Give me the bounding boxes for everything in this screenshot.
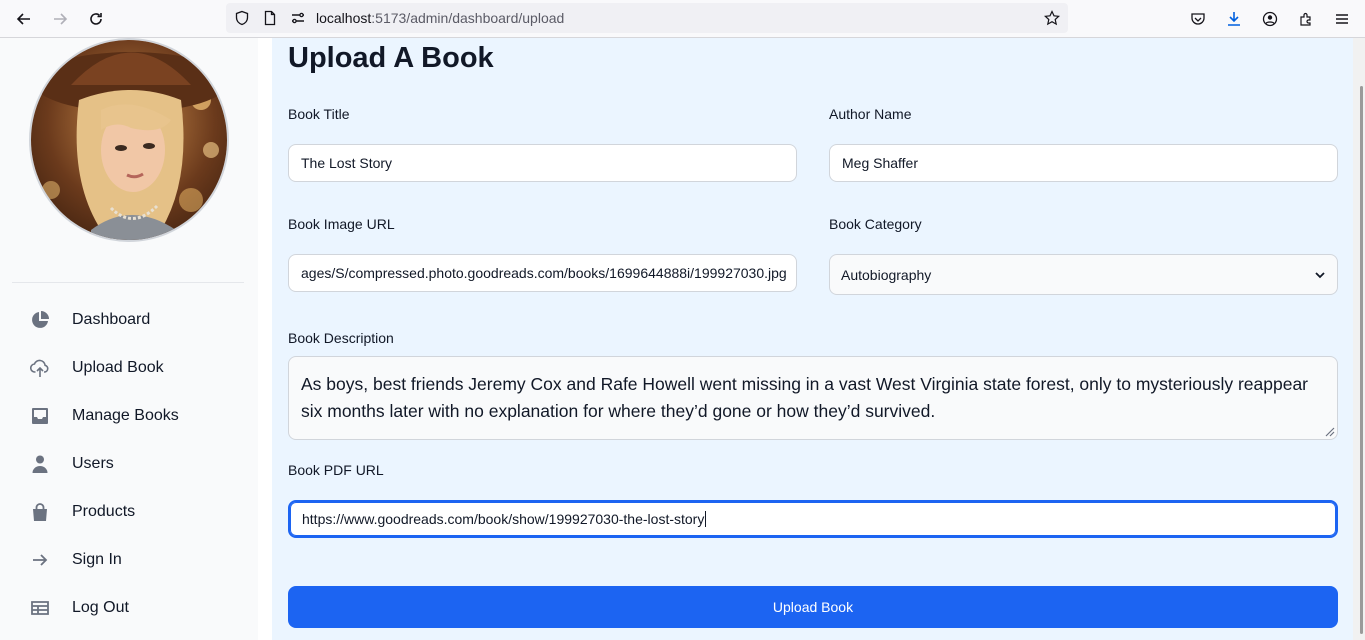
downloads-icon[interactable] [1222, 7, 1246, 31]
reload-icon[interactable] [84, 7, 108, 31]
pie-chart-icon [22, 308, 58, 332]
sidebar-item-log-out[interactable]: Log Out [22, 588, 252, 628]
sidebar-item-manage-books[interactable]: Manage Books [22, 396, 252, 436]
page-scrollbar[interactable] [1353, 38, 1365, 640]
sidebar-item-products[interactable]: Products [22, 492, 252, 532]
sidebar-item-label: Upload Book [72, 359, 164, 376]
book-pdf-url-input[interactable]: https://www.goodreads.com/book/show/1999… [288, 500, 1338, 538]
browser-toolbar: localhost:5173/admin/dashboard/upload [0, 0, 1365, 38]
book-title-input[interactable]: The Lost Story [288, 144, 797, 182]
sidebar-item-label: Manage Books [72, 407, 179, 424]
sidebar-item-label: Dashboard [72, 311, 151, 328]
user-icon [22, 452, 58, 476]
text-caret [705, 511, 707, 527]
author-name-label: Author Name [829, 106, 912, 122]
bookmark-star-icon[interactable] [1044, 10, 1060, 26]
cloud-upload-icon [22, 356, 58, 380]
pocket-icon[interactable] [1186, 7, 1210, 31]
shopping-bag-icon [22, 500, 58, 524]
avatar [29, 38, 229, 242]
book-pdf-url-label: Book PDF URL [288, 462, 384, 478]
book-title-label: Book Title [288, 106, 350, 122]
sidebar-item-label: Log Out [72, 599, 129, 616]
author-name-input[interactable]: Meg Shaffer [829, 144, 1338, 182]
sidebar-item-label: Users [72, 455, 114, 472]
page-scrollbar-thumb[interactable] [1360, 86, 1363, 634]
back-icon[interactable] [12, 7, 36, 31]
sidebar-item-label: Products [72, 503, 136, 520]
forward-icon[interactable] [48, 7, 72, 31]
book-category-value: Autobiography [841, 266, 932, 283]
book-category-label: Book Category [829, 216, 922, 232]
url-bar[interactable]: localhost:5173/admin/dashboard/upload [226, 3, 1068, 33]
upload-book-button[interactable]: Upload Book [288, 586, 1338, 628]
page-title: Upload A Book [288, 42, 494, 74]
shield-icon[interactable] [234, 10, 250, 26]
sidebar-item-users[interactable]: Users [22, 444, 252, 484]
url-text[interactable]: localhost:5173/admin/dashboard/upload [316, 10, 564, 26]
account-icon[interactable] [1258, 7, 1282, 31]
sidebar-scrollbar[interactable] [258, 38, 272, 640]
page-icon [264, 10, 276, 26]
sidebar-item-upload-book[interactable]: Upload Book [22, 348, 252, 388]
book-category-select[interactable]: Autobiography [829, 254, 1338, 295]
book-image-url-input[interactable]: ages/S/compressed.photo.goodreads.com/bo… [288, 254, 797, 292]
book-description-text: As boys, best friends Jeremy Cox and Raf… [301, 374, 1309, 421]
resize-handle-icon[interactable] [1323, 425, 1335, 437]
permissions-icon[interactable] [290, 10, 306, 26]
sidebar-divider [12, 282, 244, 283]
book-image-url-label: Book Image URL [288, 216, 395, 232]
table-icon [22, 596, 58, 620]
arrow-right-icon [22, 548, 58, 572]
sidebar: Dashboard Upload Book Manage Books Users… [0, 38, 258, 640]
book-pdf-url-value: https://www.goodreads.com/book/show/1999… [302, 511, 705, 527]
inbox-icon [22, 404, 58, 428]
sidebar-item-dashboard[interactable]: Dashboard [22, 300, 252, 340]
book-description-textarea[interactable]: As boys, best friends Jeremy Cox and Raf… [288, 356, 1338, 440]
sidebar-item-sign-in[interactable]: Sign In [22, 540, 252, 580]
chevron-down-icon [1315, 272, 1325, 279]
menu-icon[interactable] [1330, 7, 1354, 31]
main-content [272, 38, 1353, 640]
book-description-label: Book Description [288, 330, 394, 346]
extensions-icon[interactable] [1294, 7, 1318, 31]
sidebar-item-label: Sign In [72, 551, 122, 568]
